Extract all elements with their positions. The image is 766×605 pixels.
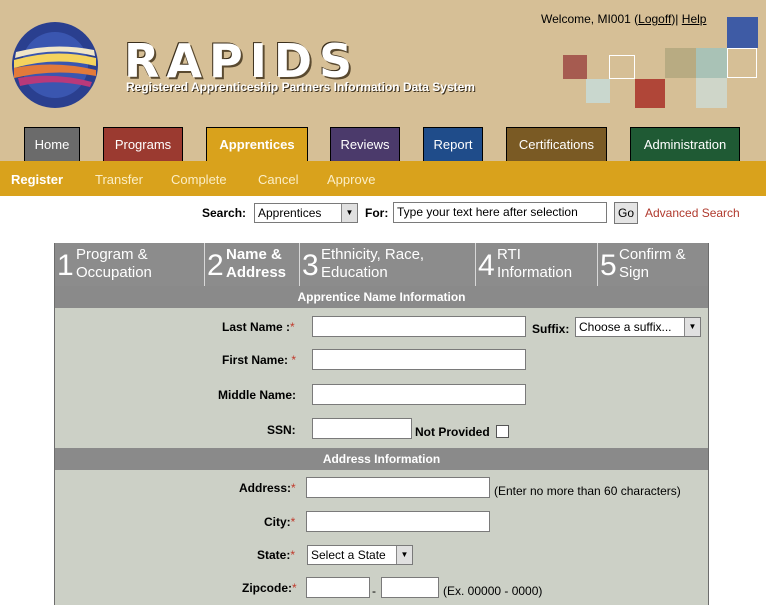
registered-apprenticeship-logo [12, 22, 98, 108]
city-label: City:* [264, 515, 296, 529]
app-subtitle: Registered Apprenticeship Partners Infor… [126, 80, 475, 94]
tab-home[interactable]: Home [24, 127, 80, 161]
go-button[interactable]: Go [614, 202, 638, 224]
tab-programs[interactable]: Programs [103, 127, 183, 161]
zipcode-label: Zipcode:* [242, 581, 297, 595]
state-label: State:* [257, 548, 296, 562]
first-name-field[interactable] [312, 349, 526, 370]
tab-certifications[interactable]: Certifications [506, 127, 607, 161]
decorative-square [727, 17, 758, 48]
apprentice-name-section-header: Apprentice Name Information [55, 286, 708, 308]
subnav-complete[interactable]: Complete [171, 172, 227, 187]
zipcode-field[interactable] [306, 577, 370, 598]
address-field[interactable] [306, 477, 490, 498]
for-label: For: [365, 206, 389, 220]
step-name-address[interactable]: 2 Name & Address [205, 243, 300, 286]
first-name-label: First Name: * [222, 353, 297, 367]
decorative-square [696, 78, 727, 108]
zipcode-note: (Ex. 00000 - 0000) [443, 584, 543, 598]
suffix-label: Suffix: [532, 322, 570, 336]
logoff-link[interactable]: Logoff [638, 12, 671, 26]
chevron-down-icon: ▼ [396, 546, 412, 564]
suffix-select[interactable]: Choose a suffix... ▼ [575, 317, 701, 337]
search-label: Search: [202, 206, 247, 220]
decorative-square [727, 48, 757, 78]
tab-reviews[interactable]: Reviews [330, 127, 400, 161]
wizard-steps: 1 Program & Occupation 2 Name & Address 3 … [55, 243, 708, 286]
middle-name-label: Middle Name: [218, 388, 297, 402]
chevron-down-icon: ▼ [684, 318, 700, 336]
ssn-label: SSN: [267, 423, 296, 437]
registration-form: 1 Program & Occupation 2 Name & Address 3 … [54, 243, 709, 605]
tab-report[interactable]: Report [423, 127, 483, 161]
tab-administration[interactable]: Administration [630, 127, 740, 161]
not-provided-label: Not Provided [415, 425, 490, 439]
search-category-select[interactable]: Apprentices ▼ [254, 203, 358, 223]
decorative-square [586, 79, 610, 103]
city-field[interactable] [306, 511, 490, 532]
decorative-square [635, 79, 665, 108]
not-provided-checkbox[interactable] [496, 425, 509, 438]
advanced-search-link[interactable]: Advanced Search [645, 206, 740, 220]
ssn-field[interactable] [312, 418, 412, 439]
decorative-square [563, 55, 587, 79]
search-input[interactable]: Type your text here after selection [393, 202, 607, 223]
zipcode-extension-field[interactable] [381, 577, 439, 598]
address-note: (Enter no more than 60 characters) [494, 484, 681, 498]
decorative-square [696, 48, 727, 78]
step-program-occupation[interactable]: 1 Program & Occupation [55, 243, 205, 286]
decorative-square [609, 55, 635, 79]
middle-name-field[interactable] [312, 384, 526, 405]
subnav-register[interactable]: Register [11, 172, 63, 187]
step-ethnicity-race-education[interactable]: 3 Ethnicity, Race, Education [300, 243, 476, 286]
sub-navigation: Register Transfer Complete Cancel Approv… [0, 161, 766, 196]
step-rti-information[interactable]: 4 RTI Information [476, 243, 598, 286]
chevron-down-icon: ▼ [341, 204, 357, 222]
state-select[interactable]: Select a State ▼ [307, 545, 413, 565]
last-name-field[interactable] [312, 316, 526, 337]
last-name-label: Last Name :* [222, 320, 295, 334]
subnav-transfer[interactable]: Transfer [95, 172, 143, 187]
search-bar: Search: Apprentices ▼ For: Type your tex… [0, 200, 766, 228]
zipcode-separator: - [372, 584, 376, 598]
address-label: Address:* [239, 481, 296, 495]
subnav-cancel[interactable]: Cancel [258, 172, 298, 187]
step-confirm-sign[interactable]: 5 Confirm & Sign [598, 243, 708, 286]
tab-apprentices[interactable]: Apprentices [206, 127, 308, 162]
help-link[interactable]: Help [682, 12, 707, 26]
subnav-approve[interactable]: Approve [327, 172, 375, 187]
decorative-square [665, 48, 696, 78]
address-section-header: Address Information [55, 448, 708, 470]
welcome-text: Welcome, MI001 (Logoff)| Help [541, 12, 707, 26]
